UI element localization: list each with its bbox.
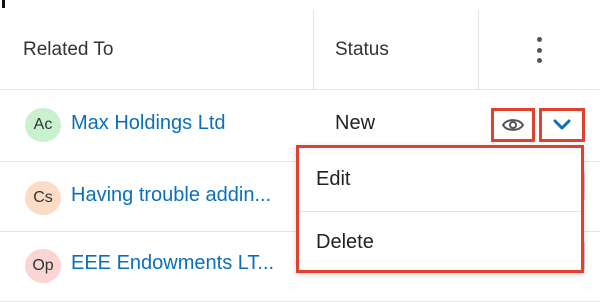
related-to-link[interactable]: Max Holdings Ltd [71,112,301,135]
column-header-status[interactable]: Status [335,10,389,90]
eye-icon [502,119,524,131]
table-header-row: Related To Status [0,10,600,90]
top-edge [0,0,600,8]
menu-item-delete[interactable]: Delete [299,212,581,270]
row-actions-menu-button[interactable] [539,108,585,142]
row-actions-dropdown: Edit Delete [296,145,584,273]
column-divider [313,10,314,90]
preview-button[interactable] [491,108,535,142]
module-badge: Op [25,249,61,283]
chevron-down-icon [553,119,571,130]
module-badge: Cs [25,181,61,215]
module-badge: Ac [25,108,61,142]
column-options-icon[interactable] [532,37,546,63]
related-to-link[interactable]: Having trouble addin... [71,184,293,207]
cropped-glyph [2,0,5,8]
related-to-link[interactable]: EEE Endowments LT... [71,252,293,275]
menu-item-edit[interactable]: Edit [299,148,581,212]
status-value: New [335,112,376,134]
column-divider [478,10,479,90]
column-header-related-to[interactable]: Related To [23,10,114,90]
